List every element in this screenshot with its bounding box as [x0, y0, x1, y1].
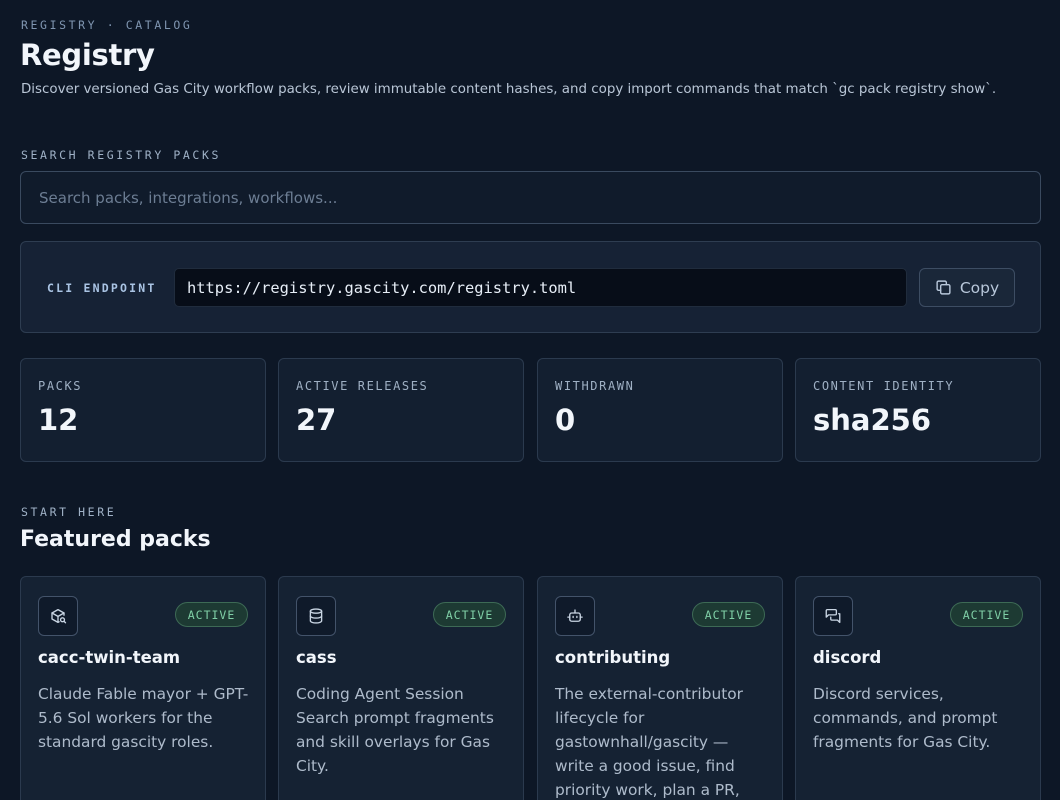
- pack-card-cacc-twin-team[interactable]: ACTIVE cacc-twin-team Claude Fable mayor…: [20, 576, 266, 800]
- stat-value: 27: [296, 403, 337, 437]
- cli-endpoint-url[interactable]: https://registry.gascity.com/registry.to…: [174, 268, 907, 307]
- stat-label: PACKS: [38, 379, 83, 393]
- copy-button[interactable]: Copy: [919, 268, 1015, 307]
- status-badge: ACTIVE: [175, 602, 248, 627]
- pack-description: Coding Agent Session Search prompt fragm…: [296, 685, 494, 775]
- copy-icon: [936, 280, 951, 295]
- pack-name: cass: [296, 648, 337, 667]
- registry-page: REGISTRY · CATALOG Registry Discover ver…: [0, 0, 1060, 800]
- stat-card-withdrawn: WITHDRAWN 0: [537, 358, 783, 462]
- chat-bubbles-icon: [813, 596, 853, 636]
- search-input[interactable]: Search packs, integrations, workflows...: [20, 171, 1041, 224]
- pack-name: contributing: [555, 648, 671, 667]
- search-label: SEARCH REGISTRY PACKS: [21, 148, 221, 162]
- stat-card-packs: PACKS 12: [20, 358, 266, 462]
- pack-description: Claude Fable mayor + GPT-5.6 Sol workers…: [38, 685, 249, 751]
- pack-card-discord[interactable]: ACTIVE discord Discord services, command…: [795, 576, 1041, 800]
- cli-endpoint-panel: CLI ENDPOINT https://registry.gascity.co…: [20, 241, 1041, 333]
- stat-label: ACTIVE RELEASES: [296, 379, 429, 393]
- pack-card-cass[interactable]: ACTIVE cass Coding Agent Session Search …: [278, 576, 524, 800]
- page-title: Registry: [20, 38, 155, 72]
- pack-description: Discord services, commands, and prompt f…: [813, 685, 998, 751]
- stat-label: CONTENT IDENTITY: [813, 379, 955, 393]
- copy-button-label: Copy: [959, 278, 1000, 297]
- pack-description: The external-contributor lifecycle for g…: [555, 685, 743, 799]
- pack-card-contributing[interactable]: ACTIVE contributing The external-contrib…: [537, 576, 783, 800]
- pack-name: discord: [813, 648, 882, 667]
- stat-value: 0: [555, 403, 576, 437]
- cli-endpoint-label: CLI ENDPOINT: [47, 281, 157, 295]
- bot-icon: [555, 596, 595, 636]
- page-subtitle: Discover versioned Gas City workflow pac…: [21, 82, 997, 97]
- status-badge: ACTIVE: [692, 602, 765, 627]
- section-eyebrow: START HERE: [21, 505, 117, 519]
- package-search-icon: [38, 596, 78, 636]
- stat-card-content-identity: CONTENT IDENTITY sha256: [795, 358, 1041, 462]
- breadcrumb: REGISTRY · CATALOG: [21, 18, 193, 32]
- status-badge: ACTIVE: [950, 602, 1023, 627]
- stat-value: 12: [38, 403, 79, 437]
- database-icon: [296, 596, 336, 636]
- stat-label: WITHDRAWN: [555, 379, 635, 393]
- stat-card-active-releases: ACTIVE RELEASES 27: [278, 358, 524, 462]
- section-title: Featured packs: [20, 527, 211, 552]
- pack-name: cacc-twin-team: [38, 648, 181, 667]
- stat-value: sha256: [813, 403, 932, 437]
- status-badge: ACTIVE: [433, 602, 506, 627]
